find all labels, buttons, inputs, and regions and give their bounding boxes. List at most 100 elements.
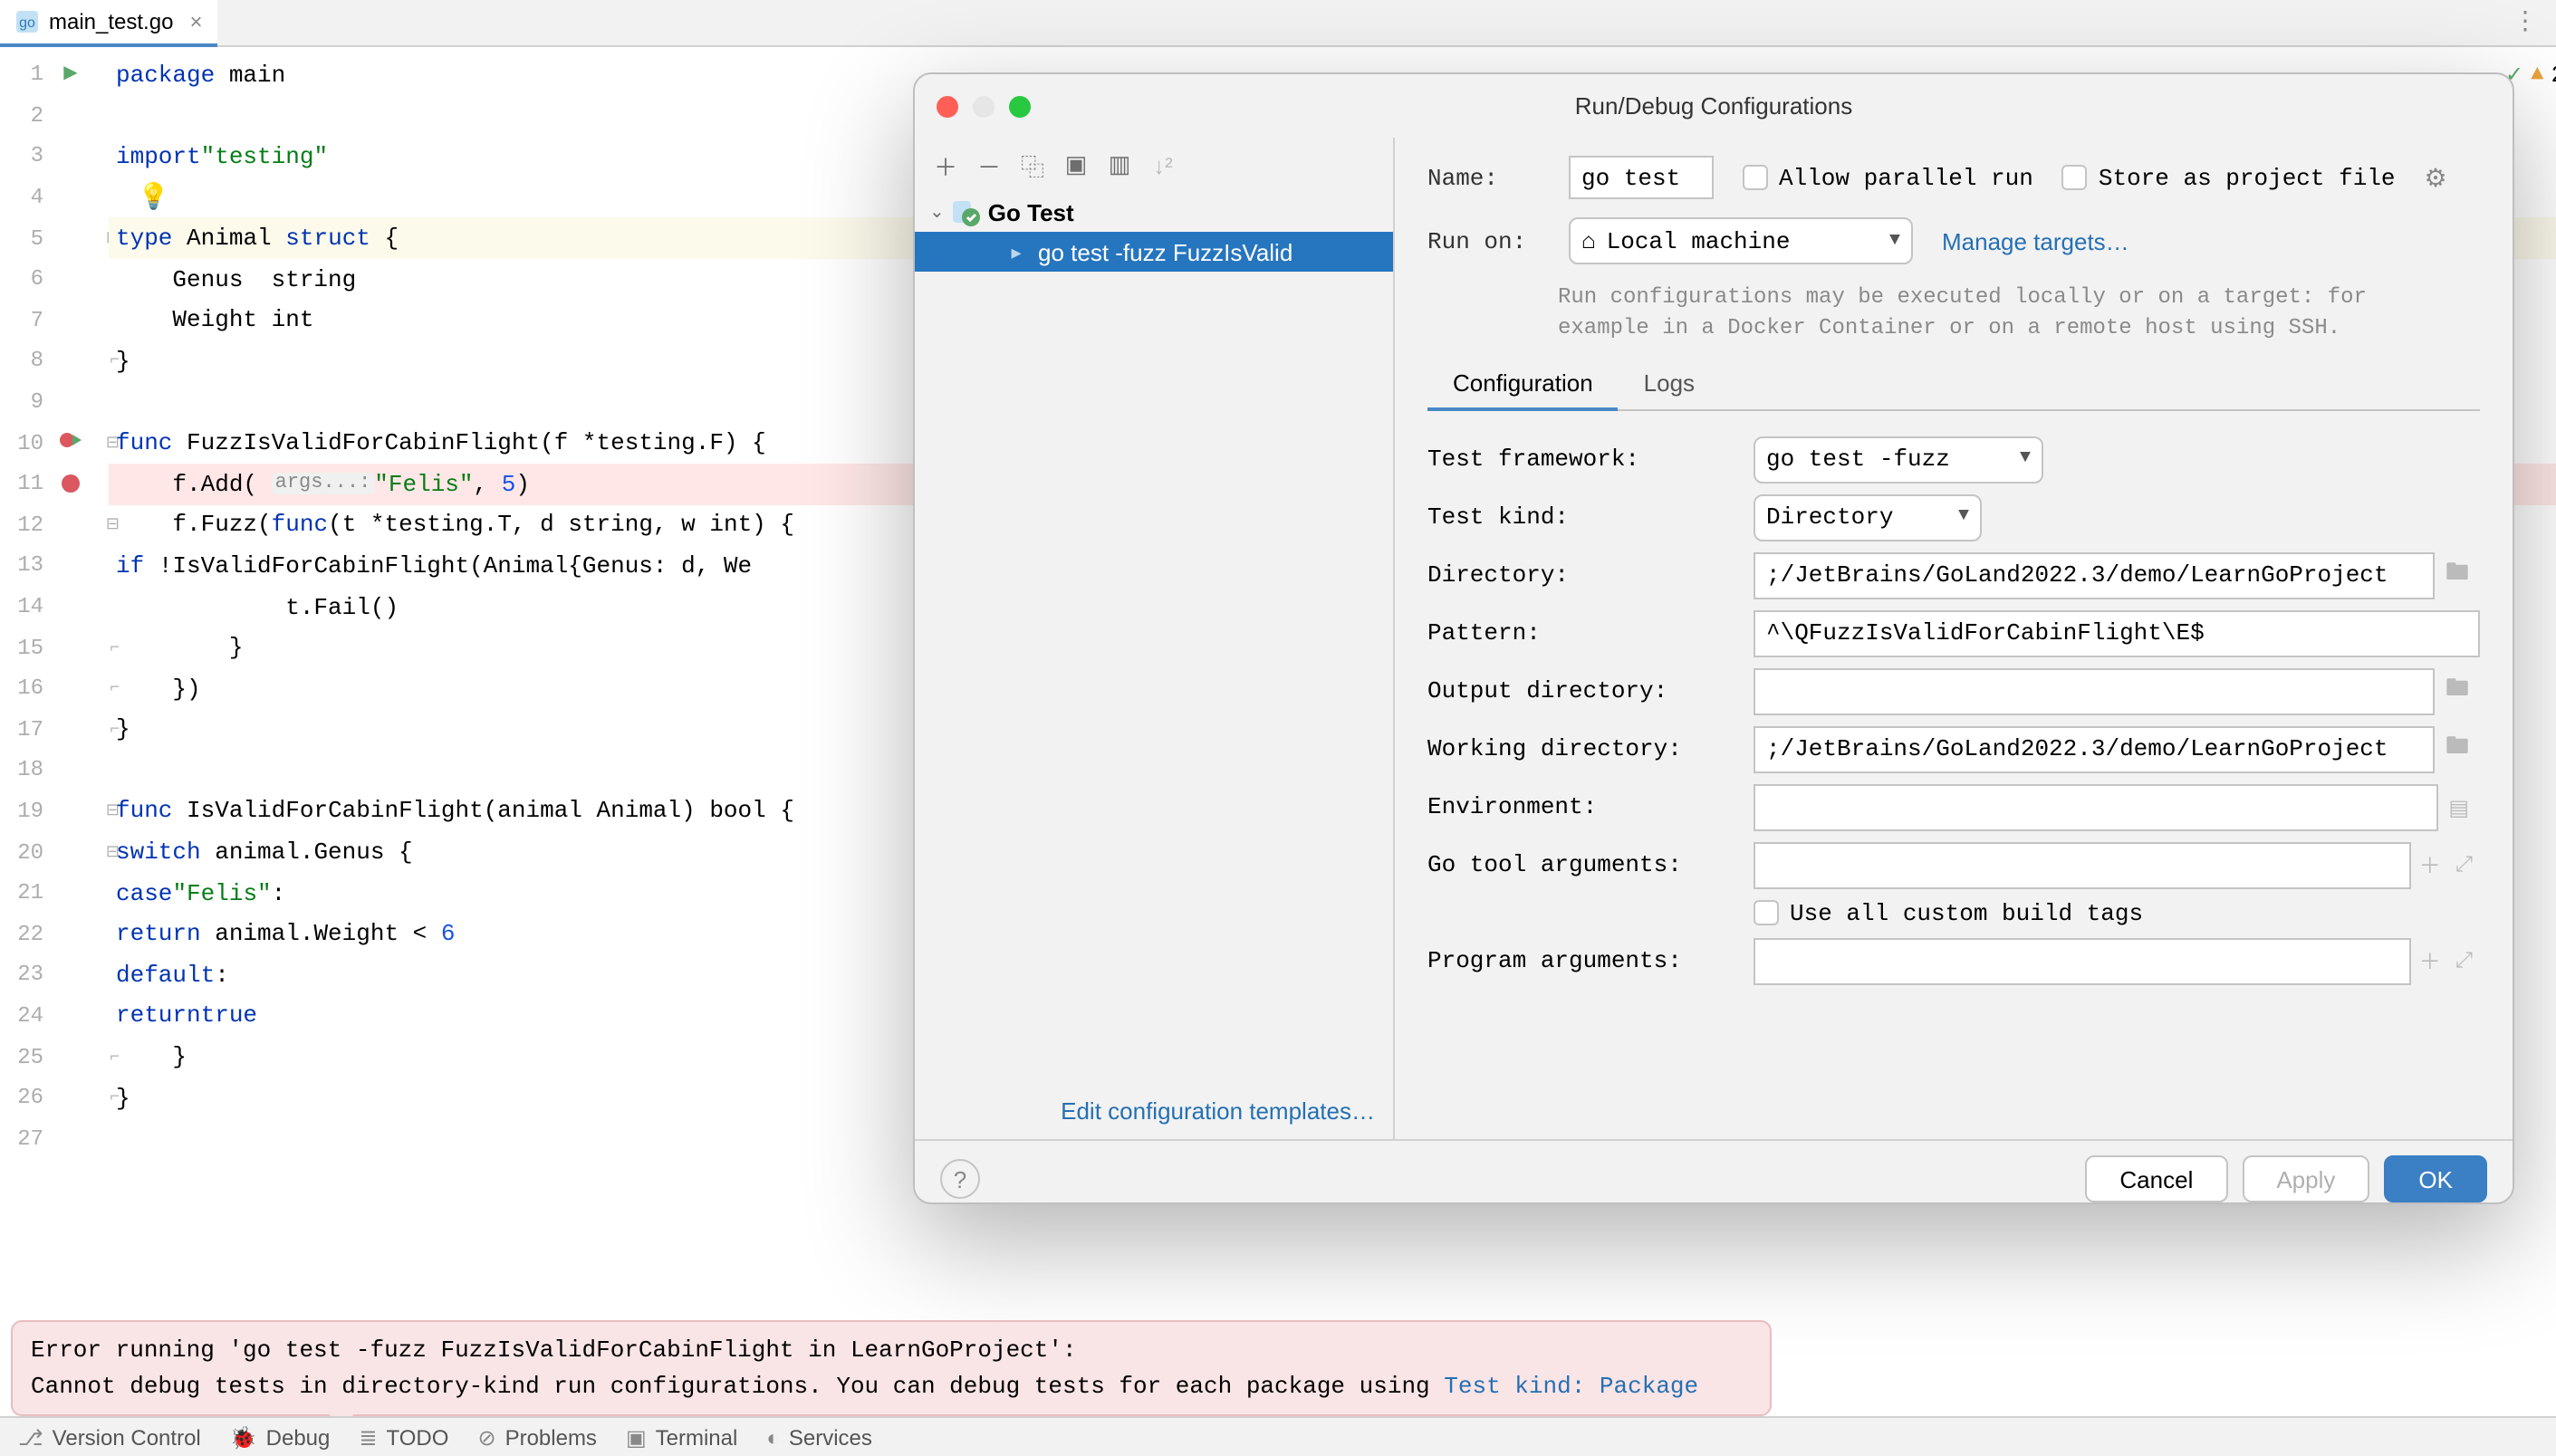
warning-icon: ⊘ (477, 1424, 495, 1450)
sb-services[interactable]: ◐ Services (766, 1424, 872, 1450)
gutter-line: 10⊟ (0, 423, 109, 464)
run-debug-dialog: Run/Debug Configurations ＋ － ⿻ ▣ ▥ ↓² ⌄ … (913, 72, 2514, 1204)
gutter-line: 22 (0, 914, 109, 954)
run-icon[interactable]: ▶ (63, 64, 77, 86)
gutter-line: 5⊟ (0, 218, 109, 259)
use-tags-checkbox[interactable]: Use all custom build tags (1754, 899, 2143, 926)
gutter-line: 23 (0, 954, 109, 995)
kind-select[interactable]: Directory ▼ (1754, 493, 1982, 541)
gear-icon[interactable]: ⚙ (2425, 162, 2447, 193)
chevron-down-icon: ▼ (1889, 231, 1900, 251)
file-tab[interactable]: go main_test.go × (0, 0, 216, 46)
ok-button[interactable]: OK (2384, 1155, 2487, 1202)
config-form: Name: Allow parallel run Store as projec… (1395, 138, 2513, 1139)
help-icon[interactable]: ? (940, 1159, 980, 1199)
gutter: 1▶2345⊟678⌐910⊟1112⊟131415⌐16⌐17⌐1819⊟20… (0, 47, 109, 1376)
go-file-icon: go (14, 8, 40, 34)
gutter-line: 27 (0, 1118, 109, 1159)
framework-label: Test framework: (1427, 445, 1735, 473)
tab-logs[interactable]: Logs (1619, 358, 1720, 408)
minimize-window-icon (973, 96, 995, 118)
tree-item-label: go test -fuzz FuzzIsValid (1038, 238, 1292, 265)
folder-icon[interactable]: 🖿 (2435, 729, 2480, 769)
name-input[interactable] (1569, 156, 1714, 199)
dialog-footer: ? Cancel Apply OK (915, 1139, 2513, 1217)
plus-icon[interactable]: ＋ (2412, 849, 2448, 880)
gutter-line: 9 (0, 382, 109, 423)
prog-args-input[interactable] (1754, 937, 2412, 984)
gutter-line: 18 (0, 750, 109, 790)
plus-icon[interactable]: ＋ (2412, 945, 2448, 976)
manage-targets-link[interactable]: Manage targets… (1942, 227, 2129, 254)
gutter-line: 1▶ (0, 54, 109, 95)
checkbox-icon (2062, 165, 2088, 190)
gutter-line: 8⌐ (0, 340, 109, 381)
env-input[interactable] (1754, 783, 2437, 830)
cancel-button[interactable]: Cancel (2085, 1155, 2227, 1202)
gutter-line: 2 (0, 95, 109, 136)
edit-templates-link[interactable]: Edit configuration templates… (1061, 1097, 1375, 1125)
test-kind-link[interactable]: Test kind: Package (1444, 1372, 1698, 1399)
store-project-checkbox[interactable]: Store as project file (2062, 164, 2396, 191)
gutter-line: 24 (0, 995, 109, 1036)
add-config-icon[interactable]: ＋ (926, 145, 966, 185)
chevron-down-icon: ⌄ (929, 202, 945, 222)
sb-terminal[interactable]: ▣ Terminal (626, 1424, 737, 1450)
dialog-title: Run/Debug Configurations (915, 74, 2513, 138)
pattern-input[interactable] (1754, 609, 2480, 656)
sb-debug[interactable]: 🐞 Debug (230, 1424, 331, 1450)
tree-group-label: Go Test (988, 198, 1074, 225)
sb-todo[interactable]: ≣ TODO (359, 1424, 448, 1450)
folder-config-icon[interactable]: ▥ (1100, 145, 1139, 185)
terminal-icon: ▣ (626, 1424, 647, 1450)
tool-args-input[interactable] (1754, 841, 2412, 888)
run-on-select[interactable]: ⌂ Local machine ▼ (1569, 217, 1913, 264)
go-test-icon (952, 197, 981, 226)
sort-config-icon[interactable]: ↓² (1143, 145, 1183, 185)
breakpoint-icon[interactable] (62, 474, 80, 493)
tree-item-selected[interactable]: ▸ go test -fuzz FuzzIsValid (915, 232, 1393, 272)
gutter-line: 25⌐ (0, 1037, 109, 1078)
expand-icon[interactable]: ⤢ (2448, 851, 2480, 878)
config-tree: ⌄ Go Test ▸ go test -fuzz FuzzIsValid (915, 192, 1393, 1083)
tab-configuration[interactable]: Configuration (1427, 358, 1619, 410)
framework-select[interactable]: go test -fuzz ▼ (1754, 436, 2043, 483)
error-line1: Error running 'go test -fuzz FuzzIsValid… (31, 1333, 1752, 1368)
chevron-down-icon: ▼ (1958, 507, 1969, 527)
save-config-icon[interactable]: ▣ (1056, 145, 1096, 185)
gutter-line: 3 (0, 136, 109, 177)
directory-label: Directory: (1427, 561, 1735, 589)
remove-config-icon[interactable]: － (969, 145, 1009, 185)
expand-icon[interactable]: ⤢ (2448, 947, 2480, 974)
list-icon[interactable]: ▤ (2437, 794, 2480, 819)
allow-parallel-checkbox[interactable]: Allow parallel run (1743, 164, 2033, 191)
tab-options-icon[interactable]: ⋮ (2494, 7, 2556, 38)
directory-input[interactable] (1754, 551, 2435, 599)
output-dir-label: Output directory: (1427, 677, 1735, 704)
svg-text:go: go (19, 14, 35, 30)
close-tab-icon[interactable]: × (189, 8, 202, 34)
tree-group[interactable]: ⌄ Go Test (915, 192, 1393, 232)
gutter-line: 7 (0, 300, 109, 340)
sb-version-control[interactable]: ⎇ Version Control (18, 1424, 201, 1450)
copy-config-icon[interactable]: ⿻ (1013, 145, 1052, 185)
apply-button[interactable]: Apply (2242, 1155, 2369, 1202)
run-bug-icon[interactable] (58, 426, 83, 459)
gutter-line: 20⊟ (0, 832, 109, 873)
maximize-window-icon[interactable] (1009, 96, 1031, 118)
error-line2: Cannot debug tests in directory-kind run… (31, 1368, 1752, 1403)
folder-icon[interactable]: 🖿 (2435, 671, 2480, 711)
working-dir-input[interactable] (1754, 725, 2435, 772)
gutter-line: 14 (0, 586, 109, 627)
close-window-icon[interactable] (937, 96, 958, 118)
run-config-icon: ▸ (1002, 237, 1031, 266)
tab-filename: main_test.go (49, 8, 173, 34)
bug-icon: 🐞 (230, 1424, 257, 1450)
sb-problems[interactable]: ⊘ Problems (477, 1424, 597, 1450)
output-dir-input[interactable] (1754, 667, 2435, 714)
chevron-down-icon: ▼ (2020, 449, 2031, 469)
folder-icon[interactable]: 🖿 (2435, 555, 2480, 595)
kind-label: Test kind: (1427, 503, 1735, 531)
prog-args-label: Program arguments: (1427, 947, 1735, 974)
gutter-line: 4 (0, 177, 109, 218)
